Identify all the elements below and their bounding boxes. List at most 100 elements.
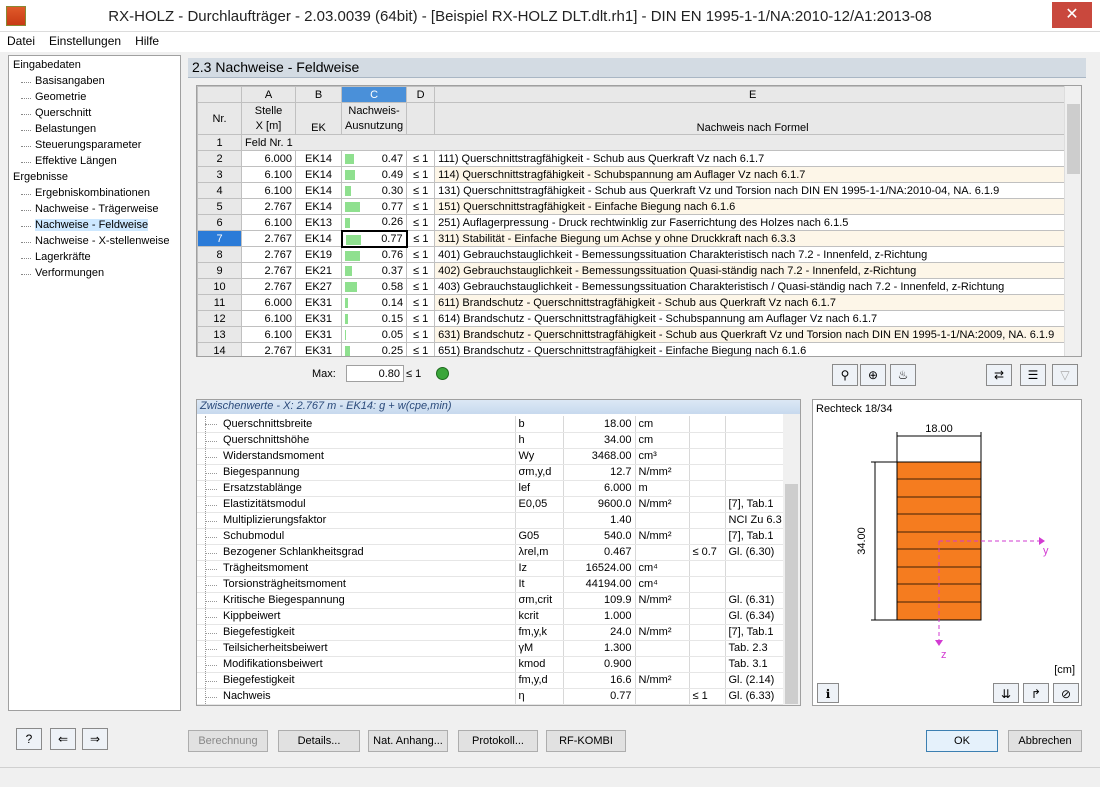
row-number[interactable]: 12 (197, 310, 242, 327)
intermediate-row[interactable]: Bezogener Schlankheitsgrad λrel,m 0.467 ≤ 0… (197, 544, 786, 561)
menu-datei[interactable]: Datei (0, 32, 42, 50)
cell-x[interactable]: 6.000 (241, 150, 296, 167)
intermediate-row[interactable]: Biegefestigkeit fm,y,d 16.6 N/mm² Gl. (2.14) (197, 672, 786, 689)
cell-formel[interactable]: 402) Gebrauchstauglichkeit - Bemessungss… (434, 262, 1072, 279)
cell-limit[interactable]: ≤ 1 (406, 182, 436, 199)
intermediate-row[interactable]: Kritische Biegespannung σm,crit 109.9 N/mm²… (197, 592, 786, 609)
nav-item[interactable]: Verformungen (9, 266, 180, 282)
nav-group-0[interactable]: Eingabedaten (9, 58, 180, 74)
nav-item[interactable]: Nachweise - Feldweise (9, 218, 180, 234)
table-row[interactable]: 11 6.000 EK31 0.14 ≤ 1 611) Brandschutz - Que… (197, 294, 1072, 311)
close-button[interactable]: ✕ (1052, 2, 1092, 28)
cell-ausnutzung[interactable]: 0.58 (340, 278, 408, 295)
intermediate-row[interactable]: Querschnittsbreite b 18.00 cm (197, 416, 786, 433)
nav-item[interactable]: Nachweise - Trägerweise (9, 202, 180, 218)
pin-icon[interactable]: ⚲ (832, 364, 858, 386)
next-icon[interactable]: ⇒ (82, 728, 108, 750)
row-number[interactable]: 3 (197, 166, 242, 183)
cell-limit[interactable]: ≤ 1 (406, 230, 436, 247)
nav-item[interactable]: Effektive Längen (9, 154, 180, 170)
intermediate-row[interactable]: Torsionsträgheitsmoment It 44194.00 cm⁴ (197, 576, 786, 593)
cell-formel[interactable]: 111) Querschnittstragfähigkeit - Schub a… (434, 150, 1072, 167)
nav-group-1[interactable]: Ergebnisse (9, 170, 180, 186)
row-number[interactable]: 7 (197, 230, 242, 247)
cell-x[interactable]: 6.100 (241, 310, 296, 327)
cell-formel[interactable]: 131) Querschnittstragfähigkeit - Schub a… (434, 182, 1072, 199)
row-number[interactable]: 5 (197, 198, 242, 215)
intermediate-row[interactable]: Elastizitätsmodul E0,05 9600.0 N/mm² [7], Ta… (197, 496, 786, 513)
abbrechen-button[interactable]: Abbrechen (1008, 730, 1082, 752)
row-number[interactable]: 14 (197, 342, 242, 356)
table-row[interactable]: 10 2.767 EK27 0.58 ≤ 1 403) Gebrauchstauglich… (197, 278, 1072, 295)
cell-x[interactable]: 6.000 (241, 294, 296, 311)
cell-formel[interactable]: 311) Stabilität - Einfache Biegung um Ac… (434, 230, 1072, 247)
nav-item[interactable]: Basisangaben (9, 74, 180, 90)
cell-ausnutzung[interactable]: 0.77 (340, 229, 408, 248)
intermediate-row[interactable]: Widerstandsmoment Wy 3468.00 cm³ (197, 448, 786, 465)
details-button[interactable]: Details... (278, 730, 360, 752)
cell-x[interactable]: 2.767 (241, 198, 296, 215)
cell-ausnutzung[interactable]: 0.15 (340, 310, 408, 327)
cell-ek[interactable]: EK14 (295, 182, 342, 199)
table-scrollbar[interactable] (1064, 86, 1081, 356)
table-row[interactable]: 9 2.767 EK21 0.37 ≤ 1 402) Gebrauchstauglichk… (197, 262, 1072, 279)
cell-ausnutzung[interactable]: 0.25 (340, 342, 408, 356)
nav-item[interactable]: Ergebniskombinationen (9, 186, 180, 202)
cell-formel[interactable]: 631) Brandschutz - Querschnittstragfähig… (434, 326, 1072, 343)
intermediate-row[interactable]: Ersatzstablänge lef 6.000 m (197, 480, 786, 497)
export-icon[interactable]: ⇄ (986, 364, 1012, 386)
cell-ek[interactable]: EK27 (295, 278, 342, 295)
row-number[interactable]: 8 (197, 246, 242, 263)
cell-ek[interactable]: EK21 (295, 262, 342, 279)
intermediate-row[interactable]: Modifikationsbeiwert kmod 0.900 Tab. 3.1 (197, 656, 786, 673)
table-row[interactable]: 12 6.100 EK31 0.15 ≤ 1 614) Brandschutz - Que… (197, 310, 1072, 327)
intermediate-row[interactable]: Querschnittshöhe h 34.00 cm (197, 432, 786, 449)
cell-formel[interactable]: 611) Brandschutz - Querschnittstragfähig… (434, 294, 1072, 311)
bar-chart-icon[interactable]: ☰ (1020, 364, 1046, 386)
cell-ausnutzung[interactable]: 0.77 (340, 198, 408, 215)
nav-item[interactable]: Nachweise - X-stellenweise (9, 234, 180, 250)
fire-icon[interactable]: ♨ (890, 364, 916, 386)
cell-limit[interactable]: ≤ 1 (406, 198, 436, 215)
cell-formel[interactable]: 401) Gebrauchstauglichkeit - Bemessungss… (434, 246, 1072, 263)
row-number[interactable]: 6 (197, 214, 242, 231)
cell-x[interactable]: 2.767 (241, 246, 296, 263)
table-row[interactable]: 14 2.767 EK31 0.25 ≤ 1 651) Brandschutz - Que… (197, 342, 1072, 356)
cell-formel[interactable]: 114) Querschnittstragfähigkeit - Schubsp… (434, 166, 1072, 183)
cell-ausnutzung[interactable]: 0.05 (340, 326, 408, 343)
table-row[interactable]: 13 6.100 EK31 0.05 ≤ 1 631) Brandschutz - Que… (197, 326, 1072, 343)
cell-limit[interactable]: ≤ 1 (406, 166, 436, 183)
cell-ek[interactable]: EK31 (295, 294, 342, 311)
row-number[interactable]: 1 (197, 134, 242, 151)
table-row[interactable]: 6 6.100 EK13 0.26 ≤ 1 251) Auflagerpressung -… (197, 214, 1072, 231)
row-number[interactable]: 4 (197, 182, 242, 199)
axis-icon[interactable]: ↱ (1023, 683, 1049, 703)
cell-x[interactable]: 2.767 (241, 342, 296, 356)
nav-item[interactable]: Lagerkräfte (9, 250, 180, 266)
intermediate-row[interactable]: Biegespannung σm,y,d 12.7 N/mm² (197, 464, 786, 481)
cell-formel[interactable]: 614) Brandschutz - Querschnittstragfähig… (434, 310, 1072, 327)
cell-x[interactable]: 2.767 (241, 262, 296, 279)
cell-limit[interactable]: ≤ 1 (406, 214, 436, 231)
menu-hilfe[interactable]: Hilfe (128, 32, 166, 50)
scrollbar-thumb[interactable] (785, 484, 798, 704)
nav-item[interactable]: Querschnitt (9, 106, 180, 122)
view-icon[interactable]: ⊕ (860, 364, 886, 386)
zoom-icon[interactable]: ⊘ (1053, 683, 1079, 703)
cell-x[interactable]: 2.767 (241, 278, 296, 295)
cell-formel[interactable]: 151) Querschnittstragfähigkeit - Einfach… (434, 198, 1072, 215)
intermediate-scrollbar[interactable] (783, 414, 800, 705)
intermediate-row[interactable]: Biegefestigkeit fm,y,k 24.0 N/mm² [7], Tab.1 (197, 624, 786, 641)
intermediate-row[interactable]: Teilsicherheitsbeiwert γM 1.300 Tab. 2.3 (197, 640, 786, 657)
cell-limit[interactable]: ≤ 1 (406, 326, 436, 343)
cell-limit[interactable]: ≤ 1 (406, 262, 436, 279)
table-row[interactable]: 4 6.100 EK14 0.30 ≤ 1 131) Querschnittstragfä… (197, 182, 1072, 199)
berechnung-button[interactable]: Berechnung (188, 730, 268, 752)
cell-ek[interactable]: EK31 (295, 326, 342, 343)
cell-formel[interactable]: 251) Auflagerpressung - Druck rechtwinkl… (434, 214, 1072, 231)
row-number[interactable]: 2 (197, 150, 242, 167)
section-view-icon[interactable]: ⇊ (993, 683, 1019, 703)
cell-limit[interactable]: ≤ 1 (406, 342, 436, 356)
intermediate-row[interactable]: Trägheitsmoment Iz 16524.00 cm⁴ (197, 560, 786, 577)
cell-x[interactable]: 2.767 (241, 230, 296, 247)
